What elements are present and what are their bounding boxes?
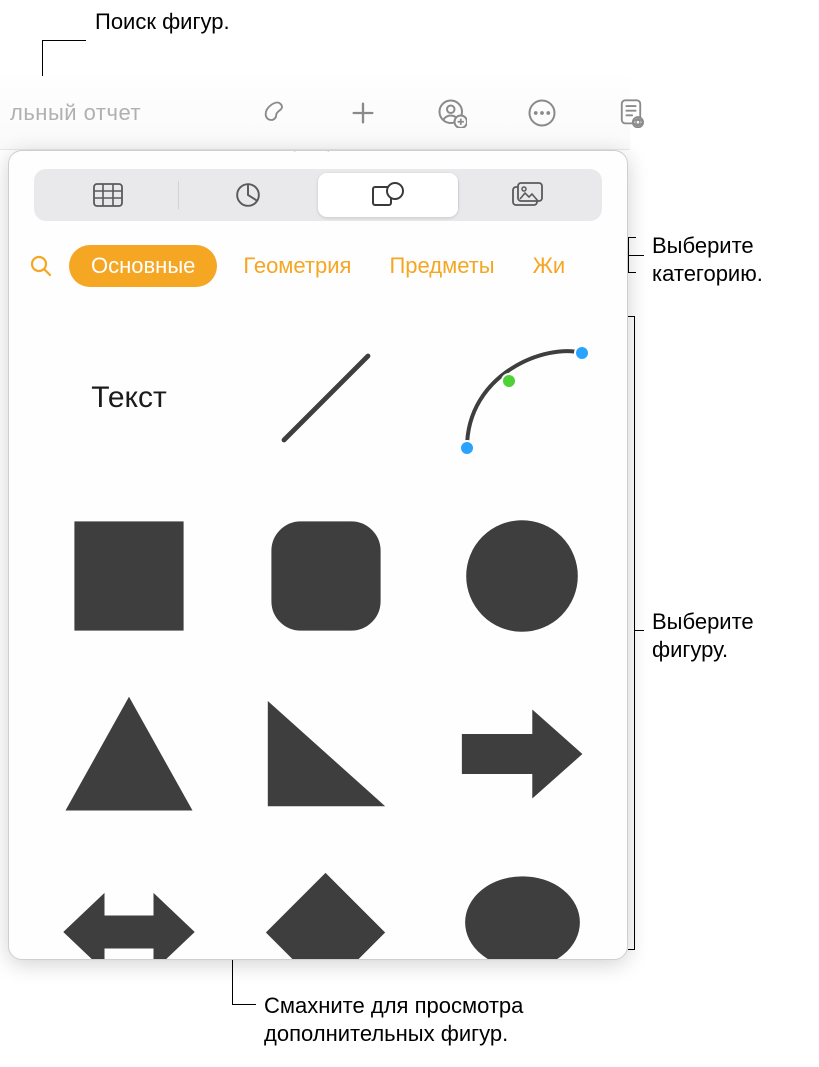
callout-swipe-line-h [232,1004,256,1005]
category-geometry[interactable]: Геометрия [231,247,363,285]
insert-plus-icon[interactable] [349,98,377,128]
shape-circle[interactable] [437,491,607,661]
shape-right-triangle[interactable] [241,669,411,839]
search-icon [29,254,53,278]
callout-shape-bracket-b [628,949,635,950]
shape-arrow-right[interactable] [437,669,607,839]
callout-shape-bracket-t [628,316,635,317]
document-view-icon[interactable] [617,98,645,128]
seg-tables[interactable] [38,173,178,217]
callout-cat-leader [628,255,644,256]
seg-charts[interactable] [179,173,319,217]
shapes-grid: Текст [44,313,607,959]
shape-categories[interactable]: Основные Геометрия Предметы Жи [9,235,627,299]
table-icon [93,183,123,207]
category-active[interactable]: Основные [69,245,217,287]
callout-shape-l1: Выберите [652,609,754,634]
shape-square[interactable] [44,491,214,661]
shape-triangle[interactable] [44,669,214,839]
shape-curve[interactable] [437,313,607,483]
collaborate-icon[interactable] [437,98,467,128]
shape-double-arrow[interactable] [44,847,214,959]
callout-shape-leader [634,630,644,631]
callout-category-l2: категорию. [652,261,763,286]
callout-swipe-l1: Смахните для просмотра [264,993,523,1018]
callout-shape-label: Выберите фигуру. [652,608,754,663]
seg-shapes[interactable] [318,173,458,217]
shape-rounded-square[interactable] [241,491,411,661]
category-objects[interactable]: Предметы [377,247,506,285]
format-brush-icon[interactable] [261,98,289,128]
shape-speech-bubble[interactable] [437,847,607,959]
shapes-grid-container[interactable]: Текст [9,299,627,959]
seg-media[interactable] [459,173,599,217]
insert-type-segmented [34,169,602,221]
callout-search-line-h [42,40,86,41]
callout-swipe-l2: дополнительных фигур. [264,1021,508,1046]
callout-category-label: Выберите категорию. [652,232,763,287]
app-toolbar: льный отчет [0,76,630,150]
callout-shape-l2: фигуру. [652,637,728,662]
shapes-icon [371,181,405,209]
chart-icon [235,182,261,208]
callout-search-label: Поиск фигур. [95,8,230,36]
search-shapes-button[interactable] [27,252,55,280]
shape-text[interactable]: Текст [44,313,214,483]
shape-text-label: Текст [91,381,167,415]
shape-diamond[interactable] [241,847,411,959]
media-icon [512,182,544,208]
callout-category-l1: Выберите [652,233,754,258]
callout-swipe-label: Смахните для просмотра дополнительных фи… [264,992,523,1047]
insert-popover: Основные Геометрия Предметы Жи Текст [8,150,628,960]
callout-shape-bracket-v [634,316,635,950]
callout-cat-bracket-b [628,272,636,273]
category-animals[interactable]: Жи [521,247,578,285]
callout-cat-bracket-t [628,237,636,238]
shape-line[interactable] [241,313,411,483]
document-title: льный отчет [10,100,141,126]
more-icon[interactable] [527,98,557,128]
